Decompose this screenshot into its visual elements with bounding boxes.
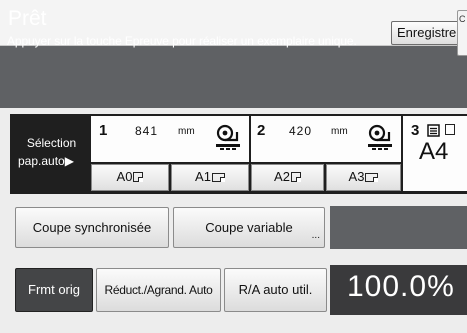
size-label: A2 [274,169,290,184]
variable-cut-label: Coupe variable [205,220,293,235]
status-side-button-label: C [459,14,466,24]
size-label: A0 [116,169,133,184]
variable-cut-button[interactable]: Coupe variable ... [173,207,325,248]
paper-orientation-icon [445,124,455,135]
roll-2-button[interactable]: 2 420 mm [251,116,401,162]
status-bar [0,46,467,108]
cut-display-panel [330,206,467,249]
landscape-paper-icon [365,173,379,182]
landscape-paper-icon [211,173,225,182]
original-size-button[interactable]: Frmt orig [15,268,93,312]
roll-icon [368,124,392,150]
size-button-a2[interactable]: A2 [251,164,324,191]
status-title: Prêt [8,7,47,30]
portrait-paper-icon [290,172,301,182]
portrait-paper-icon [133,172,144,182]
auto-paper-select-button[interactable]: Sélection pap.auto▶ [14,116,89,191]
status-message: Appuyer sur la touche Epreuve pour réali… [7,34,357,48]
save-button[interactable]: Enregistrer [391,21,467,45]
roll-2-unit: mm [331,126,348,137]
tray-3-size: A4 [419,138,449,165]
more-options-icon: ... [311,230,320,241]
auto-ra-button[interactable]: R/A auto util. [224,268,327,312]
zoom-value: 100.0% [347,270,455,303]
size-label: A3 [348,169,365,184]
roll-1-number: 1 [99,122,108,139]
size-label: A1 [195,169,211,184]
size-button-a3[interactable]: A3 [326,164,401,191]
roll-2-number: 2 [257,122,266,139]
tray-icon [427,124,440,137]
size-button-a1[interactable]: A1 [171,164,249,191]
sync-cut-button[interactable]: Coupe synchronisée [15,207,169,248]
size-button-a0[interactable]: A0 [91,164,169,191]
auto-select-label-1: Sélection [26,136,77,150]
auto-select-label-2: pap.auto▶ [18,154,74,168]
roll-1-width: 841 [135,124,159,138]
roll-1-unit: mm [178,126,195,137]
roll-icon [216,124,240,150]
tray-3-button[interactable]: 3 A4 [403,116,467,191]
tray-3-number: 3 [411,122,420,139]
roll-1-button[interactable]: 1 841 mm [91,116,249,162]
auto-reduce-enlarge-button[interactable]: Réduct./Agrand. Auto [96,268,221,312]
roll-2-width: 420 [289,124,313,138]
